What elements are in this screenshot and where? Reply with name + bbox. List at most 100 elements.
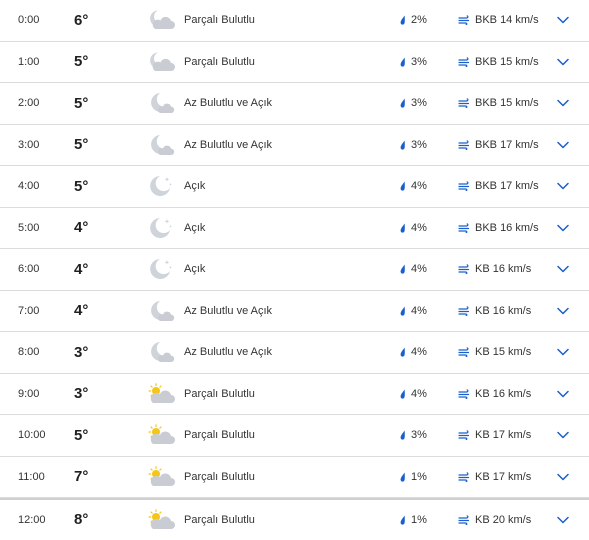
wind-value: BKB 15 km/s [475, 55, 539, 68]
hour-condition: Az Bulutlu ve Açık [184, 138, 273, 151]
raindrop-icon [400, 306, 406, 316]
mostly-clear-night-icon [146, 134, 176, 156]
raindrop-icon [400, 515, 406, 525]
precipitation: 4% [400, 166, 427, 207]
hourly-forecast-row[interactable]: 10:00 5° Parçalı Bulutlu 3% KB 17 km/s [0, 415, 589, 457]
chevron-down-icon[interactable] [553, 415, 573, 456]
hour-condition: Parçalı Bulutlu [184, 14, 255, 27]
hour-time: 12:00 [18, 513, 46, 526]
raindrop-icon [400, 389, 406, 399]
raindrop-icon [400, 98, 406, 108]
precipitation: 4% [400, 374, 427, 415]
chevron-down-icon[interactable] [553, 125, 573, 166]
precipitation: 3% [400, 125, 427, 166]
precipitation-value: 4% [411, 180, 427, 193]
wind-icon [458, 347, 470, 358]
hourly-forecast-row[interactable]: 7:00 4° Az Bulutlu ve Açık 4% KB 16 km/s [0, 291, 589, 332]
mostly-clear-night-icon [146, 92, 176, 114]
hourly-forecast-list: 0:00 6° Parçalı Bulutlu 2% BKB 14 km/s 1… [0, 0, 589, 540]
precipitation: 1% [400, 457, 427, 498]
weather-icon [146, 500, 176, 540]
hourly-forecast-row[interactable]: 4:00 5° Açık 4% BKB 17 km/s [0, 166, 589, 208]
wind: BKB 14 km/s [458, 0, 539, 41]
wind-value: KB 17 km/s [475, 470, 532, 483]
chevron-down-icon[interactable] [553, 249, 573, 290]
weather-icon [146, 42, 176, 83]
chevron-down-icon[interactable] [553, 374, 573, 415]
clear-night-icon [146, 217, 176, 239]
wind-icon [458, 515, 470, 525]
hourly-forecast-row[interactable]: 0:00 6° Parçalı Bulutlu 2% BKB 14 km/s [0, 0, 589, 42]
partly-cloudy-day-icon [146, 382, 176, 405]
wind-icon [458, 306, 470, 316]
hour-temperature: 3° [74, 385, 89, 403]
hour-temperature: 8° [74, 511, 89, 529]
precipitation-value: 4% [411, 346, 427, 359]
hourly-forecast-row[interactable]: 12:00 8° Parçalı Bulutlu 1% KB 20 km/s [0, 498, 589, 540]
hour-temperature: 5° [74, 136, 89, 154]
wind-icon [458, 57, 470, 67]
precipitation-value: 1% [411, 513, 427, 526]
precipitation-value: 4% [411, 304, 427, 317]
wind: KB 16 km/s [458, 249, 531, 290]
wind-icon [458, 389, 470, 399]
hour-time: 11:00 [18, 470, 45, 483]
hourly-forecast-row[interactable]: 5:00 4° Açık 4% BKB 16 km/s [0, 208, 589, 249]
precipitation: 4% [400, 249, 427, 290]
hourly-forecast-row[interactable]: 11:00 7° Parçalı Bulutlu 1% KB 17 km/s [0, 457, 589, 498]
hourly-forecast-row[interactable]: 8:00 3° Az Bulutlu ve Açık 4% KB 15 km/s [0, 332, 589, 374]
hourly-forecast-row[interactable]: 3:00 5° Az Bulutlu ve Açık 3% BKB 17 km/… [0, 125, 589, 166]
hourly-forecast-row[interactable]: 9:00 3° Parçalı Bulutlu 4% KB 16 km/s [0, 374, 589, 415]
wind-value: BKB 14 km/s [475, 14, 539, 27]
hour-temperature: 4° [74, 219, 89, 237]
hour-time: 1:00 [18, 55, 40, 68]
chevron-down-icon[interactable] [553, 208, 573, 249]
wind: KB 17 km/s [458, 457, 531, 498]
wind-icon [458, 140, 470, 150]
precipitation-value: 3% [411, 97, 427, 110]
chevron-down-icon[interactable] [553, 0, 573, 41]
chevron-down-icon[interactable] [553, 166, 573, 207]
hour-condition: Açık [184, 221, 206, 234]
weather-icon [146, 291, 176, 332]
partly-cloudy-day-icon [146, 508, 176, 531]
wind-value: KB 16 km/s [475, 263, 532, 276]
raindrop-icon [400, 347, 406, 357]
wind-value: BKB 17 km/s [475, 180, 539, 193]
precipitation-value: 2% [411, 14, 427, 27]
hourly-forecast-row[interactable]: 6:00 4° Açık 4% KB 16 km/s [0, 249, 589, 291]
hour-time: 8:00 [18, 346, 40, 359]
precipitation: 1% [400, 500, 427, 540]
weather-icon [146, 374, 176, 415]
wind: BKB 16 km/s [458, 208, 539, 249]
hour-time: 10:00 [18, 429, 46, 442]
chevron-down-icon[interactable] [553, 291, 573, 332]
chevron-down-icon[interactable] [553, 83, 573, 124]
wind: KB 16 km/s [458, 374, 531, 415]
partly-cloudy-day-icon [146, 424, 176, 446]
wind-icon [458, 181, 470, 192]
weather-icon [146, 457, 176, 498]
chevron-down-icon[interactable] [553, 332, 573, 373]
weather-icon [146, 208, 176, 249]
precipitation-value: 4% [411, 387, 427, 400]
hour-condition: Parçalı Bulutlu [184, 470, 255, 483]
weather-icon [146, 249, 176, 290]
wind-value: BKB 17 km/s [475, 138, 539, 151]
hourly-forecast-row[interactable]: 1:00 5° Parçalı Bulutlu 3% BKB 15 km/s [0, 42, 589, 83]
hour-time: 5:00 [18, 221, 40, 234]
wind-value: KB 20 km/s [475, 513, 532, 526]
raindrop-icon [400, 15, 406, 25]
hour-time: 3:00 [18, 138, 40, 151]
hour-temperature: 7° [74, 468, 89, 486]
hourly-forecast-row[interactable]: 2:00 5° Az Bulutlu ve Açık 3% BKB 15 km/… [0, 83, 589, 125]
precipitation-value: 4% [411, 221, 427, 234]
hour-condition: Parçalı Bulutlu [184, 387, 255, 400]
chevron-down-icon[interactable] [553, 42, 573, 83]
chevron-down-icon[interactable] [553, 457, 573, 498]
precipitation-value: 3% [411, 429, 427, 442]
chevron-down-icon[interactable] [553, 500, 573, 540]
hour-condition: Parçalı Bulutlu [184, 513, 255, 526]
hour-time: 7:00 [18, 304, 40, 317]
precipitation: 4% [400, 291, 427, 332]
